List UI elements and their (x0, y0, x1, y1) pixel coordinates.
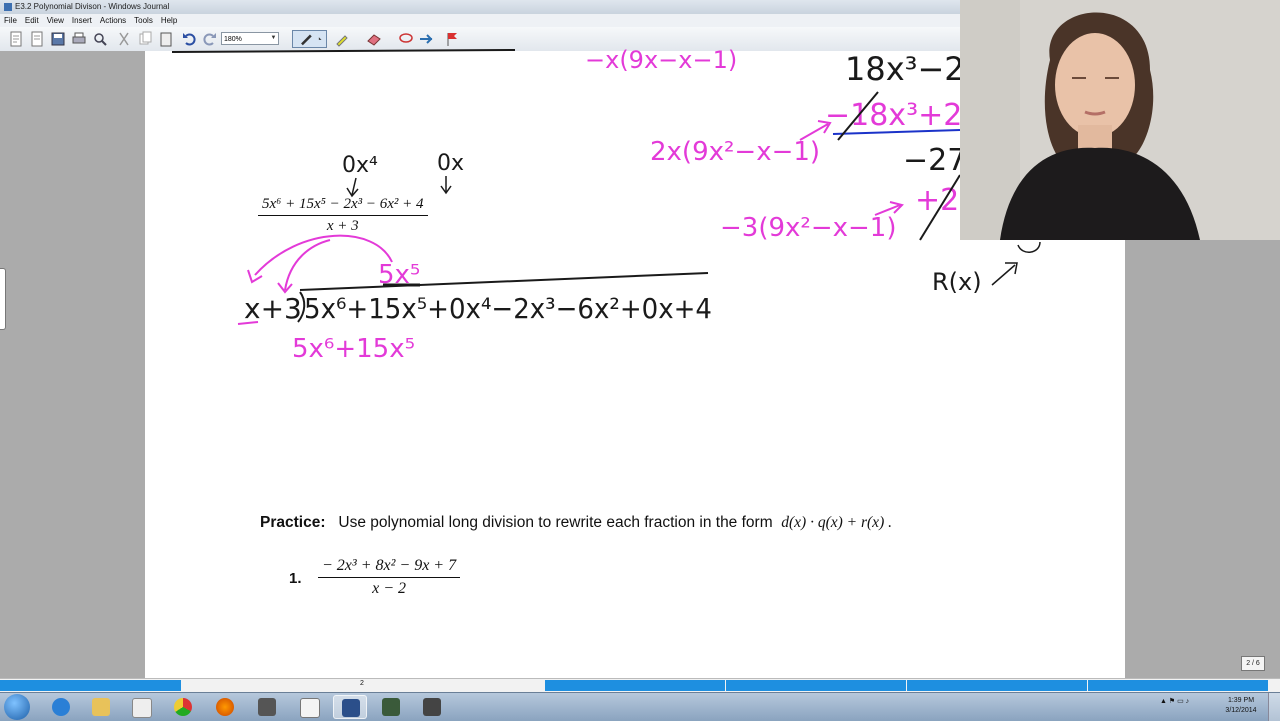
problem-fraction: − 2x³ + 8x² − 9x + 7 x − 2 (318, 557, 461, 598)
taskbar: ▲ ⚑ ▭ ♪ 1:39 PM 3/12/2014 (0, 692, 1280, 721)
clock-date: 3/12/2014 (1225, 707, 1257, 714)
show-desktop-button[interactable] (1268, 693, 1280, 721)
insert-space-icon[interactable] (418, 31, 434, 47)
practice-text: Use polynomial long division to rewrite … (338, 514, 773, 531)
new-note-button[interactable] (8, 31, 24, 47)
journal-taskbar-button[interactable] (333, 695, 367, 719)
printed-fraction-denominator: x + 3 (326, 218, 359, 234)
problem-numerator: − 2x³ + 8x² − 9x + 7 (318, 557, 461, 578)
save-icon[interactable] (50, 31, 66, 47)
media-taskbar-button[interactable] (124, 695, 158, 719)
ie-taskbar-button[interactable] (44, 695, 78, 719)
system-tray[interactable]: ▲ ⚑ ▭ ♪ (1160, 697, 1189, 705)
app-taskbar-button[interactable] (250, 695, 284, 719)
status-page-number: 2 (360, 680, 364, 687)
menu-actions[interactable]: Actions (96, 14, 130, 27)
start-button[interactable] (4, 694, 30, 720)
highlighter-icon[interactable] (334, 31, 350, 47)
clock-time: 1:39 PM (1227, 697, 1255, 704)
practice-label: Practice: (260, 514, 326, 531)
zoom-select[interactable]: 180% ▼ (221, 32, 279, 45)
menu-insert[interactable]: Insert (68, 14, 96, 27)
print-icon[interactable] (71, 31, 87, 47)
app2-icon (382, 698, 400, 716)
chrome-taskbar-button[interactable] (166, 695, 200, 719)
app3-taskbar-button[interactable] (415, 695, 449, 719)
menu-file[interactable]: File (0, 14, 21, 27)
status-segment (726, 680, 906, 691)
problem-number: 1. (289, 570, 302, 587)
explorer-taskbar-button[interactable] (84, 695, 118, 719)
status-segment (545, 680, 725, 691)
chrome-icon (174, 698, 192, 716)
journal-app-icon (4, 2, 12, 11)
firefox-taskbar-button[interactable] (208, 695, 242, 719)
journal-icon (342, 699, 360, 717)
undo-icon[interactable] (181, 31, 197, 47)
eraser-icon[interactable] (366, 31, 382, 47)
problem-denominator: x − 2 (372, 580, 406, 597)
menu-help[interactable]: Help (157, 14, 181, 27)
menu-edit[interactable]: Edit (21, 14, 43, 27)
window-title: E3.2 Polynomial Divison - Windows Journa… (15, 2, 170, 11)
practice-instruction: Practice: Use polynomial long division t… (260, 514, 892, 532)
app-icon (258, 698, 276, 716)
menu-tools[interactable]: Tools (130, 14, 157, 27)
ie-icon (52, 698, 70, 716)
status-segment (1088, 680, 1268, 691)
status-segment (0, 680, 181, 691)
find-icon[interactable] (92, 31, 108, 47)
redo-icon[interactable] (202, 31, 218, 47)
document-icon (300, 698, 320, 718)
app3-icon (423, 698, 441, 716)
lasso-select-icon[interactable] (398, 31, 414, 47)
side-panel-tab[interactable] (0, 268, 6, 330)
webcam-overlay (960, 0, 1280, 240)
status-segment (907, 680, 1087, 691)
cut-icon[interactable] (116, 31, 132, 47)
menu-view[interactable]: View (43, 14, 68, 27)
play-icon (132, 698, 152, 718)
clock[interactable]: 1:39 PM 3/12/2014 (1222, 696, 1260, 716)
copy-icon[interactable] (137, 31, 153, 47)
chevron-down-icon: ▼ (270, 35, 277, 41)
practice-formula: d(x) · q(x) + r(x) . (781, 514, 892, 531)
open-icon[interactable] (29, 31, 45, 47)
firefox-icon (216, 698, 234, 716)
document-taskbar-button[interactable] (292, 695, 326, 719)
printed-fraction: 5x⁶ + 15x⁵ − 2x³ − 6x² + 4 x + 3 (258, 196, 428, 235)
paste-icon[interactable] (158, 31, 174, 47)
flag-icon[interactable] (444, 31, 460, 47)
folder-icon (92, 698, 110, 716)
zoom-value: 180% (224, 36, 242, 43)
printed-fraction-numerator: 5x⁶ + 15x⁵ − 2x³ − 6x² + 4 (258, 196, 428, 216)
presenter-video (960, 0, 1280, 240)
pen-tool-button[interactable] (292, 30, 327, 48)
status-bar: 2 (0, 678, 1280, 693)
app2-taskbar-button[interactable] (374, 695, 408, 719)
page-indicator: 2 / 6 (1241, 656, 1265, 671)
